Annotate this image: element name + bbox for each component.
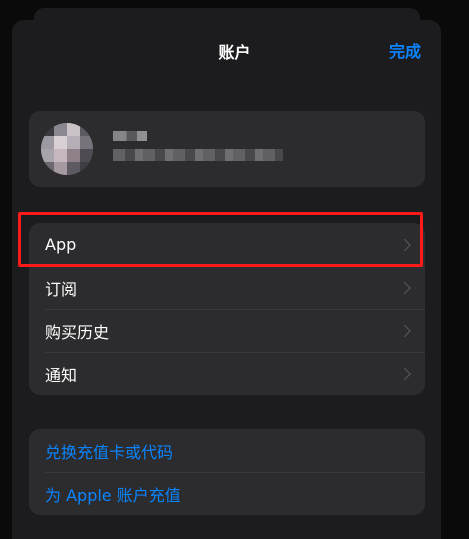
profile-email-redacted <box>113 149 283 161</box>
account-menu: App 订阅 购买历史 通知 <box>29 223 425 395</box>
chevron-right-icon <box>398 281 411 294</box>
add-funds-link-label: 为 Apple 账户充值 <box>45 485 181 505</box>
menu-item-subscriptions[interactable]: 订阅 <box>29 266 425 309</box>
menu-item-label: 订阅 <box>45 279 78 299</box>
profile-name-redacted <box>113 131 147 141</box>
avatar <box>41 123 93 175</box>
funds-links: 兑换充值卡或代码 为 Apple 账户充值 <box>29 429 425 515</box>
add-funds-link[interactable]: 为 Apple 账户充值 <box>29 472 425 515</box>
menu-item-label: 通知 <box>45 365 78 385</box>
chevron-right-icon <box>398 367 411 380</box>
redeem-link-label: 兑换充值卡或代码 <box>45 442 174 462</box>
menu-item-label: 购买历史 <box>45 322 110 342</box>
done-button[interactable]: 完成 <box>389 38 421 62</box>
menu-item-notifications[interactable]: 通知 <box>29 352 425 395</box>
chevron-right-icon <box>398 324 411 337</box>
menu-item-purchase-history[interactable]: 购买历史 <box>29 309 425 352</box>
menu-item-label: App <box>45 235 77 254</box>
profile-card[interactable] <box>29 111 425 187</box>
redeem-gift-card-link[interactable]: 兑换充值卡或代码 <box>29 429 425 472</box>
menu-item-app[interactable]: App <box>29 223 425 266</box>
chevron-right-icon <box>398 238 411 251</box>
